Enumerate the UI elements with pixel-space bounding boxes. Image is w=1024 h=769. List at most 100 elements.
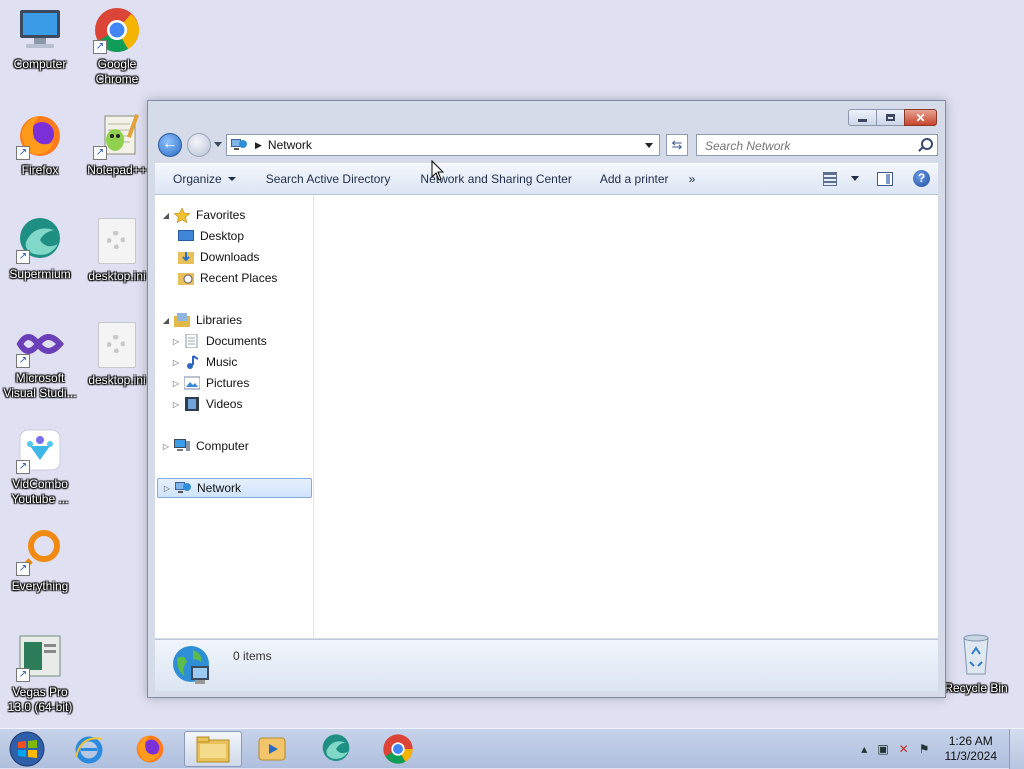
refresh-button[interactable]: ⇆	[666, 134, 688, 156]
nav-label: Libraries	[196, 313, 243, 327]
desktop-icon-notepad-plus-plus[interactable]: ↗ Notepad++	[77, 112, 157, 178]
nav-label: Recent Places	[200, 271, 278, 285]
address-dropdown[interactable]	[645, 143, 653, 148]
taskbar-windows-explorer[interactable]	[184, 731, 242, 767]
expand-arrow-icon[interactable]: ▷	[171, 400, 181, 409]
desktop-icon-vidcombo[interactable]: ↗ VidCombo Youtube ...	[0, 426, 80, 507]
nav-label: Downloads	[200, 250, 260, 264]
help-icon[interactable]: ?	[913, 170, 930, 187]
clock[interactable]: 1:26 AM 11/3/2024	[945, 734, 998, 764]
minimize-button[interactable]	[848, 109, 877, 126]
pictures-icon	[183, 376, 201, 391]
back-button[interactable]: ←	[158, 133, 182, 157]
desktop-icon-vegas-pro[interactable]: ↗ Vegas Pro 13.0 (64-bit)	[0, 634, 80, 715]
taskbar-media-player[interactable]	[245, 731, 299, 767]
clock-time: 1:26 AM	[948, 734, 993, 748]
volume-muted-icon[interactable]: ✕	[899, 742, 909, 756]
add-printer-button[interactable]: Add a printer	[586, 172, 683, 186]
nav-music[interactable]: ▷ Music	[171, 352, 237, 372]
desktop-icon-computer[interactable]: Computer	[0, 6, 80, 72]
desktop-icon-desktop-ini-1[interactable]: desktop.ini	[77, 216, 157, 284]
close-icon: ✕	[915, 110, 926, 125]
show-desktop-button[interactable]	[1009, 729, 1024, 769]
maximize-button[interactable]	[876, 109, 905, 126]
media-player-icon	[258, 737, 286, 761]
nav-videos[interactable]: ▷ Videos	[171, 394, 242, 414]
expand-arrow-icon[interactable]: ▷	[161, 442, 171, 451]
desktop-icon-label: VidCombo Youtube ...	[11, 477, 69, 506]
taskbar-google-chrome[interactable]	[371, 731, 425, 767]
desktop-icon-recycle-bin[interactable]: Recycle Bin	[936, 630, 1016, 696]
computer-icon	[16, 6, 64, 54]
expand-arrow-icon[interactable]: ◢	[161, 211, 171, 220]
taskbar-supermium[interactable]	[309, 731, 363, 767]
desktop-icon-label: Vegas Pro 13.0 (64-bit)	[7, 685, 73, 714]
everything-search-icon: ↗	[16, 528, 64, 576]
desktop-icon-label: Microsoft Visual Studi...	[3, 371, 77, 400]
change-view-icon[interactable]	[823, 171, 837, 186]
chevron-down-icon	[227, 177, 236, 181]
nav-desktop[interactable]: Desktop	[175, 226, 244, 246]
recent-pages-dropdown[interactable]	[214, 142, 222, 147]
shortcut-arrow-icon: ↗	[16, 250, 30, 264]
view-controls: ?	[823, 170, 930, 187]
desktop-icon-visual-studio[interactable]: ↗ Microsoft Visual Studi...	[0, 320, 80, 401]
organize-button[interactable]: Organize	[155, 172, 250, 186]
nav-computer[interactable]: ▷ Computer	[161, 436, 249, 456]
nav-network[interactable]: ▷ Network	[157, 478, 312, 498]
search-box[interactable]	[696, 134, 938, 156]
expand-arrow-icon[interactable]: ◢	[161, 316, 171, 325]
address-bar[interactable]: ▶ Network	[226, 134, 660, 156]
desktop-icon-firefox[interactable]: ↗ Firefox	[0, 112, 80, 178]
search-input[interactable]	[703, 136, 907, 156]
expand-arrow-icon[interactable]: ▷	[171, 337, 181, 346]
nav-downloads[interactable]: Downloads	[175, 247, 259, 267]
shortcut-arrow-icon: ↗	[16, 146, 30, 160]
shortcut-arrow-icon: ↗	[93, 40, 107, 54]
nav-label: Music	[206, 355, 238, 369]
expand-arrow-icon[interactable]: ▷	[171, 358, 181, 367]
nav-libraries[interactable]: ◢ Libraries	[161, 310, 242, 330]
desktop-icon-label: Notepad++	[87, 163, 147, 177]
view-options-dropdown[interactable]	[851, 176, 859, 181]
firefox-icon: ↗	[16, 112, 64, 160]
supermium-icon: ↗	[16, 216, 64, 264]
shortcut-arrow-icon: ↗	[93, 146, 107, 160]
expand-arrow-icon[interactable]: ▷	[171, 379, 181, 388]
breadcrumb-separator-icon[interactable]: ▶	[255, 140, 262, 151]
taskbar-internet-explorer[interactable]	[62, 731, 116, 767]
desktop-icon-everything[interactable]: ↗ Everything	[0, 528, 80, 594]
preview-pane-icon[interactable]	[877, 171, 893, 186]
search-ad-label: Search Active Directory	[265, 172, 391, 186]
desktop-icon-label: desktop.ini	[88, 269, 146, 283]
desktop-icon-desktop-ini-2[interactable]: desktop.ini	[77, 320, 157, 388]
file-list-pane[interactable]	[314, 195, 938, 638]
shortcut-arrow-icon: ↗	[16, 354, 30, 368]
nav-favorites[interactable]: ◢ Favorites	[161, 205, 245, 225]
start-button[interactable]	[2, 731, 52, 767]
action-center-flag-icon[interactable]: ⚑	[919, 742, 930, 756]
desktop-icon-google-chrome[interactable]: ↗ Google Chrome	[77, 6, 157, 87]
close-button[interactable]: ✕	[904, 109, 937, 126]
taskbar-firefox[interactable]	[123, 731, 177, 767]
chrome-icon: ↗	[93, 6, 141, 54]
search-active-directory-button[interactable]: Search Active Directory	[250, 172, 405, 186]
recent-places-icon	[178, 271, 194, 286]
visual-studio-icon: ↗	[16, 320, 64, 368]
forward-button[interactable]	[187, 133, 211, 157]
show-hidden-icons-icon[interactable]: ▴	[861, 742, 867, 756]
minimize-icon	[858, 119, 867, 122]
expand-arrow-icon[interactable]: ▷	[162, 484, 172, 493]
search-icon[interactable]	[921, 138, 933, 150]
nav-documents[interactable]: ▷ Documents	[171, 331, 267, 351]
desktop-icon-supermium[interactable]: ↗ Supermium	[0, 216, 80, 282]
vidcombo-icon: ↗	[16, 426, 64, 474]
more-commands-button[interactable]: »	[683, 172, 710, 186]
breadcrumb-network[interactable]: Network	[268, 138, 312, 152]
network-tray-icon[interactable]: ▣	[877, 742, 888, 756]
nav-recent-places[interactable]: Recent Places	[175, 268, 277, 288]
internet-explorer-icon	[75, 736, 103, 764]
nav-pictures[interactable]: ▷ Pictures	[171, 373, 249, 393]
desktop-icon-label: Recycle Bin	[944, 681, 1008, 695]
nav-label: Videos	[206, 397, 243, 411]
